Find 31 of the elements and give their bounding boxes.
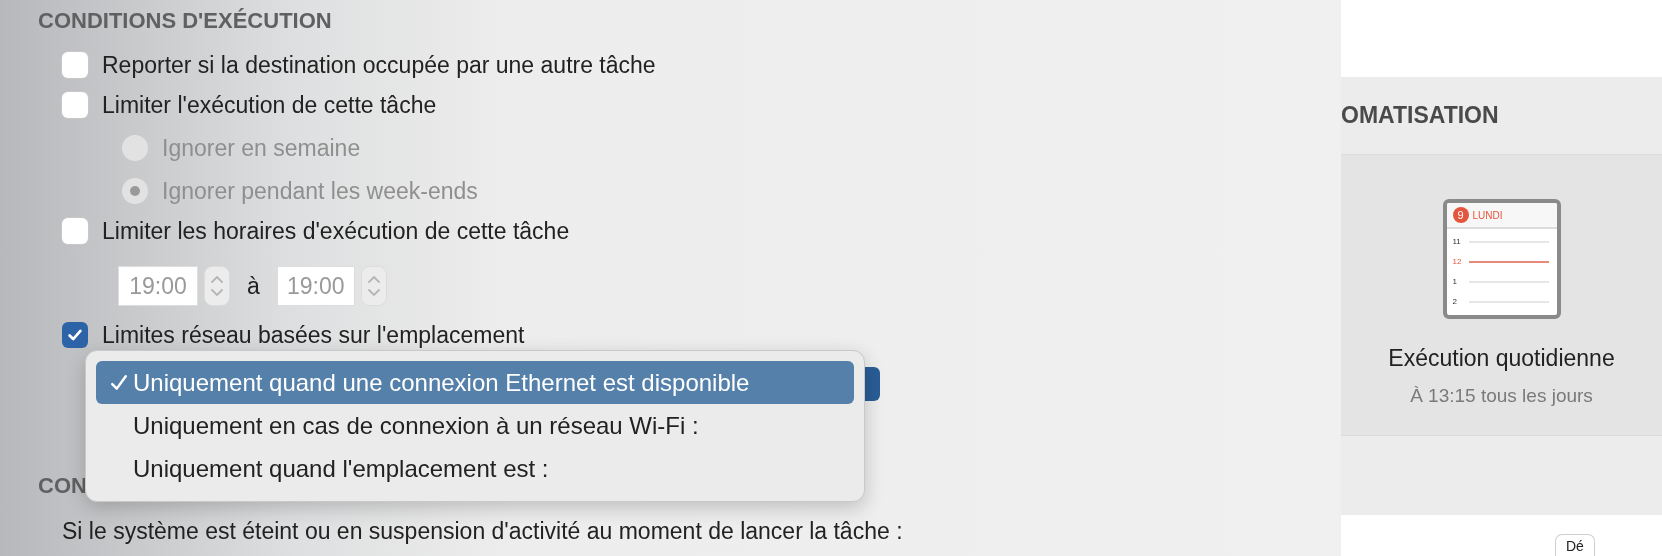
checkbox-label: Limites réseau basées sur l'emplacement <box>102 320 525 350</box>
section-title: CON <box>38 471 87 500</box>
checkbox-label: Reporter si la destination occupée par une autre tâche <box>102 50 656 80</box>
section-title: OMATISATION <box>1341 101 1499 131</box>
radio-label: Ignorer pendant les week-ends <box>162 176 478 206</box>
checkbox[interactable] <box>62 92 88 118</box>
schedule-card[interactable]: 9 LUNDI 11 12 1 2 Exécution quotidienne À 13:15 tous les jours <box>1341 155 1662 435</box>
hour-label: 1 <box>1452 276 1458 288</box>
checkbox-label: Limiter les horaires d'exécution de cette tâche <box>102 216 570 246</box>
checkbox[interactable] <box>62 322 88 348</box>
schedule-subtitle: À 13:15 tous les jours <box>1410 383 1593 408</box>
day-badge: 9 <box>1452 207 1469 223</box>
separator-label: à <box>247 271 260 301</box>
menu-item[interactable]: Uniquement quand une connexion Ethernet est disponible <box>96 361 854 405</box>
menu-item[interactable]: Uniquement en cas de connexion à un réseau Wi-Fi : <box>96 404 854 448</box>
stepper-icon[interactable] <box>204 266 230 306</box>
bottom-button[interactable]: Dé <box>1555 534 1595 556</box>
schedule-title: Exécution quotidienne <box>1388 344 1615 373</box>
checkmark-icon <box>110 373 128 392</box>
checkbox[interactable] <box>62 52 88 78</box>
hour-label: 11 <box>1452 236 1462 248</box>
weekday-label: LUNDI <box>1472 208 1503 223</box>
checkbox-label: Limiter l'exécution de cette tâche <box>102 90 437 120</box>
radio-label: Ignorer en semaine <box>162 133 361 163</box>
checkbox[interactable] <box>62 218 88 244</box>
section-title: CONDITIONS D'EXÉCUTION <box>38 6 332 35</box>
menu-item[interactable]: Uniquement quand l'emplacement est : <box>96 447 854 491</box>
description-text: Si le système est éteint ou en suspension d'activité au moment de lancer la tâche : <box>62 516 903 546</box>
hour-label: 12 <box>1452 256 1463 268</box>
stepper-icon[interactable] <box>360 266 387 306</box>
hour-label: 2 <box>1452 296 1458 308</box>
